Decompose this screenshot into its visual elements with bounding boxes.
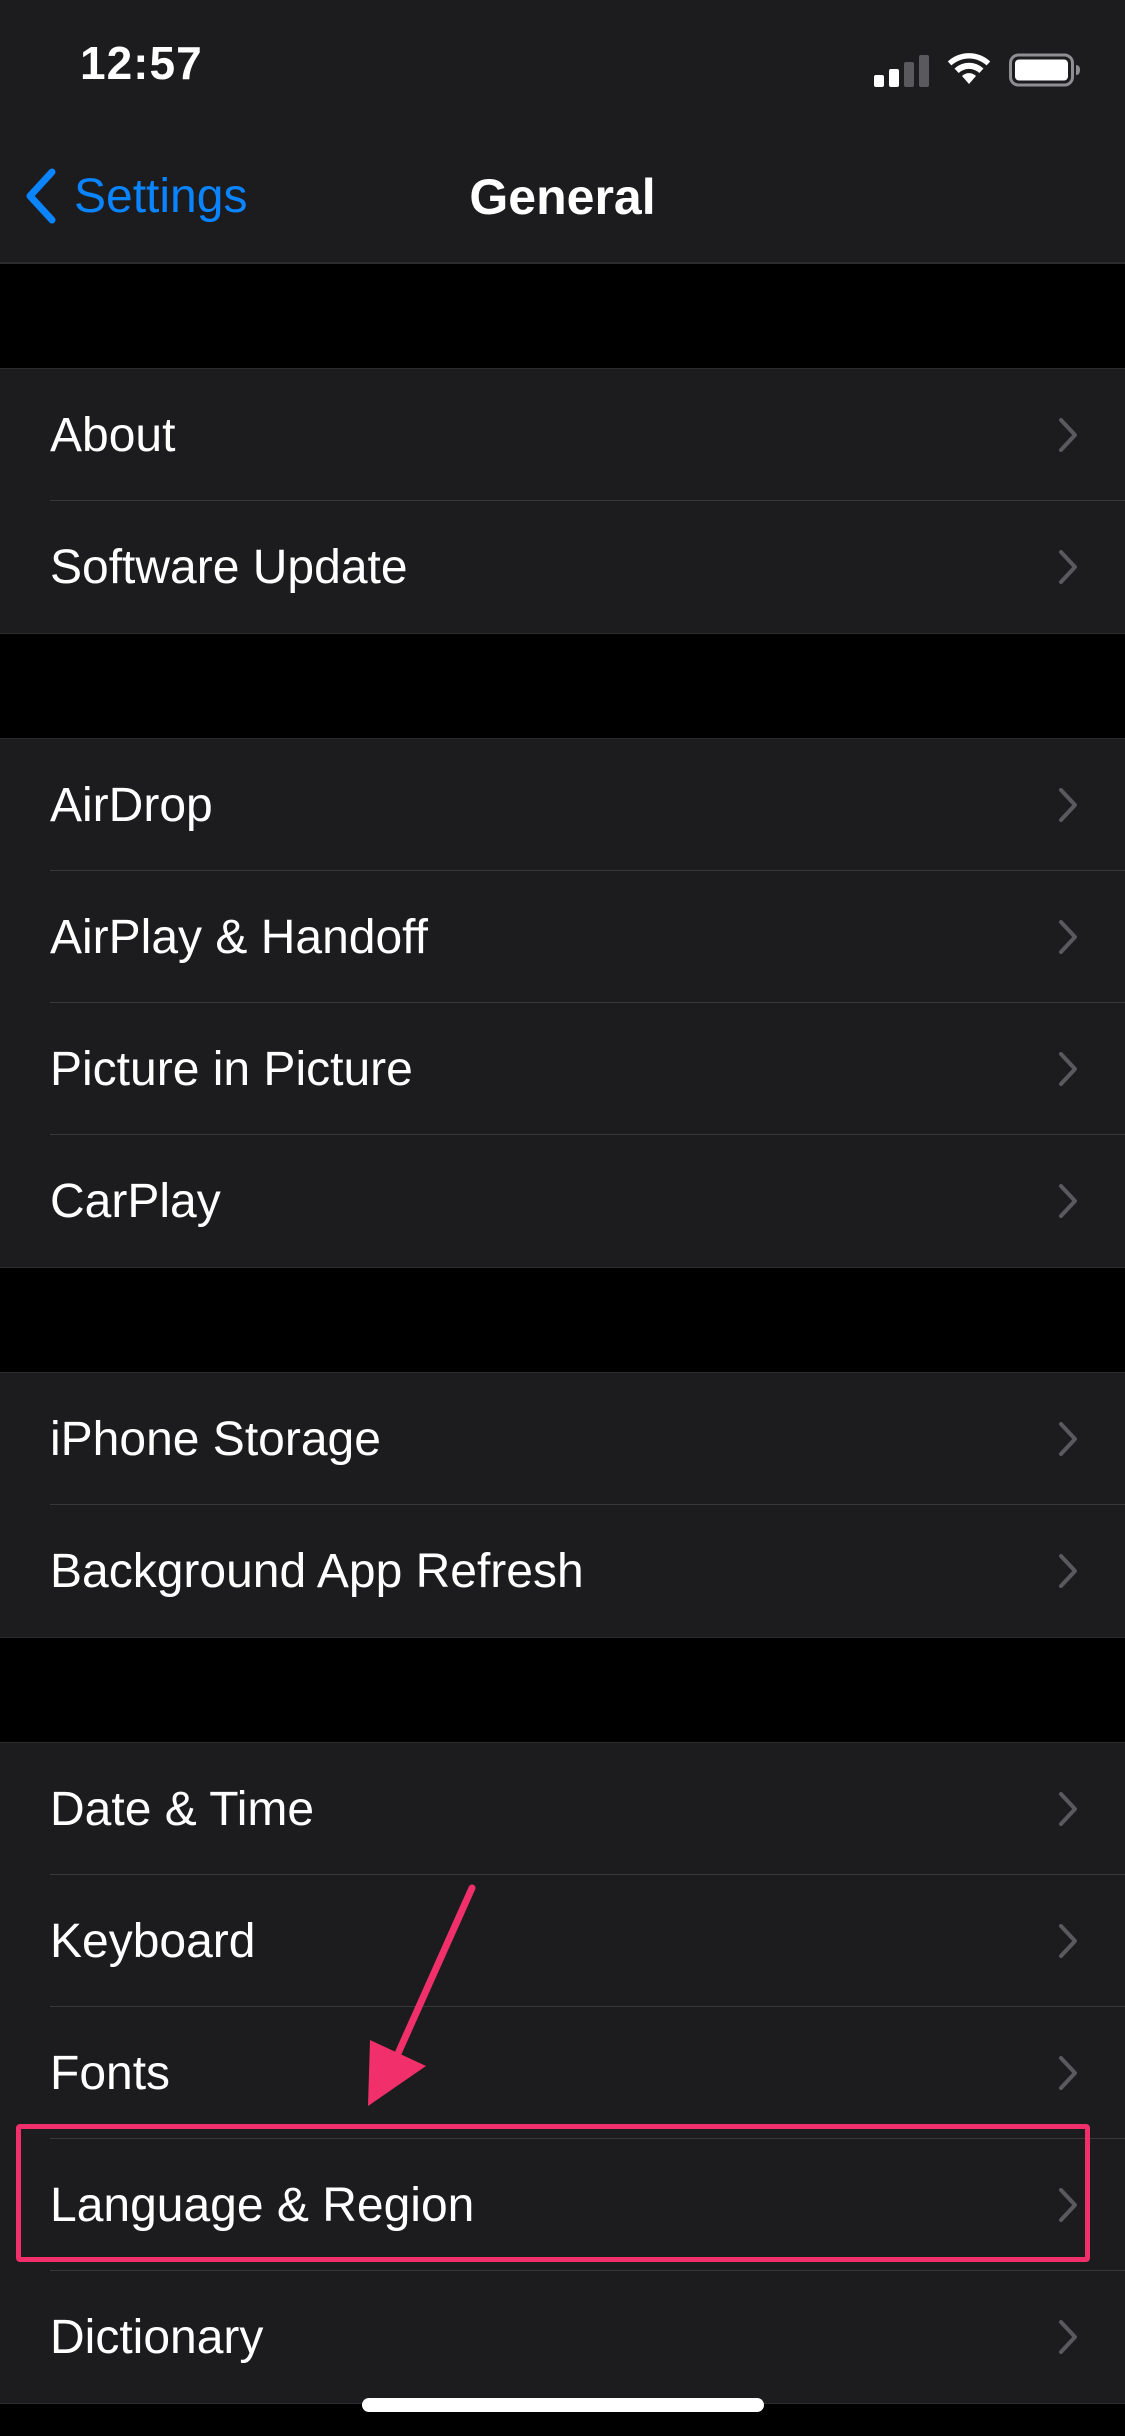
home-indicator[interactable] bbox=[362, 2398, 764, 2412]
settings-row-picture-in-picture[interactable]: Picture in Picture bbox=[0, 1003, 1125, 1135]
chevron-right-icon bbox=[1059, 1792, 1077, 1826]
settings-row-airplay-handoff[interactable]: AirPlay & Handoff bbox=[0, 871, 1125, 1003]
navigation-bar: 12:57 Settings General bbox=[0, 0, 1125, 264]
settings-row-fonts[interactable]: Fonts bbox=[0, 2007, 1125, 2139]
row-label: Language & Region bbox=[50, 2178, 475, 2232]
chevron-right-icon bbox=[1059, 2056, 1077, 2090]
row-label: iPhone Storage bbox=[50, 1412, 381, 1466]
chevron-right-icon bbox=[1059, 1924, 1077, 1958]
settings-group-storage: iPhone Storage Background App Refresh bbox=[0, 1372, 1125, 1638]
settings-row-background-app-refresh[interactable]: Background App Refresh bbox=[0, 1505, 1125, 1637]
chevron-right-icon bbox=[1059, 550, 1077, 584]
cellular-signal-icon bbox=[874, 53, 929, 87]
row-label: Fonts bbox=[50, 2046, 171, 2100]
settings-row-keyboard[interactable]: Keyboard bbox=[0, 1875, 1125, 2007]
row-label: Picture in Picture bbox=[50, 1042, 413, 1096]
row-label: Dictionary bbox=[50, 2310, 264, 2364]
row-label: About bbox=[50, 408, 176, 462]
row-label: Software Update bbox=[50, 540, 408, 594]
chevron-right-icon bbox=[1059, 788, 1077, 822]
chevron-right-icon bbox=[1059, 1052, 1077, 1086]
row-label: Background App Refresh bbox=[50, 1544, 584, 1598]
settings-list: About Software Update AirDrop AirPlay & … bbox=[0, 264, 1125, 2404]
row-label: Date & Time bbox=[50, 1782, 315, 1836]
battery-icon bbox=[1009, 53, 1080, 87]
settings-row-dictionary[interactable]: Dictionary bbox=[0, 2271, 1125, 2403]
settings-group-info: About Software Update bbox=[0, 368, 1125, 634]
chevron-right-icon bbox=[1059, 1554, 1077, 1588]
chevron-right-icon bbox=[1059, 2320, 1077, 2354]
row-label: AirDrop bbox=[50, 778, 213, 832]
chevron-right-icon bbox=[1059, 1422, 1077, 1456]
chevron-right-icon bbox=[1059, 418, 1077, 452]
settings-row-language-region[interactable]: Language & Region bbox=[0, 2139, 1125, 2271]
settings-row-iphone-storage[interactable]: iPhone Storage bbox=[0, 1373, 1125, 1505]
chevron-right-icon bbox=[1059, 920, 1077, 954]
wifi-icon bbox=[947, 53, 991, 84]
settings-row-carplay[interactable]: CarPlay bbox=[0, 1135, 1125, 1267]
status-time: 12:57 bbox=[80, 37, 203, 89]
row-label: CarPlay bbox=[50, 1174, 221, 1228]
chevron-right-icon bbox=[1059, 1184, 1077, 1218]
settings-row-date-time[interactable]: Date & Time bbox=[0, 1743, 1125, 1875]
settings-group-connectivity: AirDrop AirPlay & Handoff Picture in Pic… bbox=[0, 738, 1125, 1268]
page-title: General bbox=[469, 169, 656, 225]
row-label: Keyboard bbox=[50, 1914, 256, 1968]
settings-row-software-update[interactable]: Software Update bbox=[0, 501, 1125, 633]
settings-row-about[interactable]: About bbox=[0, 369, 1125, 501]
status-icons bbox=[874, 50, 1081, 90]
row-label: AirPlay & Handoff bbox=[50, 910, 428, 964]
settings-group-locale: Date & Time Keyboard Fonts Language & Re… bbox=[0, 1742, 1125, 2404]
chevron-right-icon bbox=[1059, 2188, 1077, 2222]
settings-row-airdrop[interactable]: AirDrop bbox=[0, 739, 1125, 871]
